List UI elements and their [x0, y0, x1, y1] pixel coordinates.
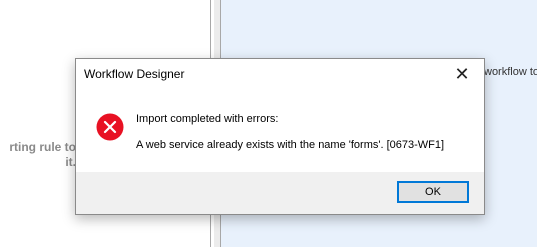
- dialog-footer: OK: [76, 172, 484, 214]
- ok-button[interactable]: OK: [397, 181, 469, 203]
- dialog-titlebar: Workflow Designer ✕: [76, 59, 484, 89]
- dialog-title: Workflow Designer: [84, 67, 185, 81]
- background-right-text: workflow to: [484, 66, 537, 78]
- message-detail: A web service already exists with the na…: [136, 139, 445, 151]
- close-button[interactable]: ✕: [440, 59, 484, 89]
- error-dialog: Workflow Designer ✕ Import completed wit…: [75, 58, 485, 215]
- dialog-body: Import completed with errors: A web serv…: [76, 89, 484, 174]
- background-left-text: rting rule to it.: [9, 140, 76, 169]
- error-icon: [96, 113, 124, 141]
- close-icon: ✕: [454, 64, 470, 84]
- message-heading: Import completed with errors:: [136, 113, 279, 125]
